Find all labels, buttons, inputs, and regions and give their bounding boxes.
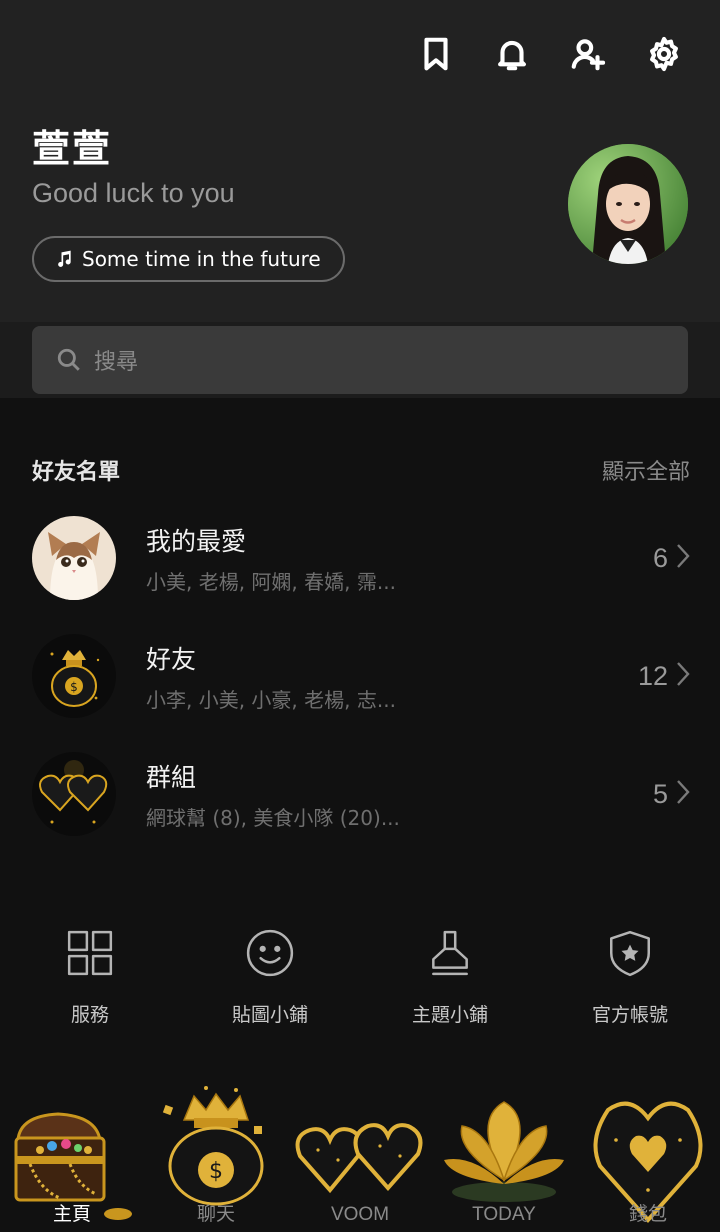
search-placeholder: 搜尋 [94,350,139,375]
quick-link-label: 主題小鋪 [411,1004,488,1026]
quick-link-services[interactable]: 服務 [20,928,160,1027]
quick-link-theme-shop[interactable]: 主題小鋪 [380,928,520,1027]
nav-label: 主頁 [52,1204,91,1225]
list-item-groups[interactable]: 群組 網球幫 (8), 美食小隊 (20)... 5 [32,751,690,837]
profile-music-label: Some time in the future [82,247,321,271]
list-item-title: 我的最愛 [146,526,247,556]
svg-text:$: $ [209,1159,223,1184]
gear-icon[interactable] [644,34,684,74]
bookmark-icon[interactable] [416,34,456,74]
section-title: 好友名單 [32,460,121,485]
nav-tab-today[interactable]: TODAY [432,1080,576,1232]
header-icons [416,34,684,74]
chevron-right-icon [676,661,690,691]
show-all-link[interactable]: 顯示全部 [602,454,690,486]
list-item-title: 群組 [146,762,197,792]
nav-tab-home[interactable]: 主頁 [0,1080,144,1232]
svg-text:$: $ [70,680,78,694]
grid-icon [67,930,113,976]
quick-link-sticker-shop[interactable]: 貼圖小鋪 [200,928,340,1027]
add-friend-icon[interactable] [568,34,608,74]
nav-label: 錢包 [628,1204,667,1225]
list-item-members: 網球幫 (8), 美食小隊 (20)... [146,805,400,830]
money-bag-avatar: $ [32,634,116,718]
nav-label: 聊天 [196,1204,235,1225]
brush-icon [432,930,468,976]
chevron-right-icon [676,779,690,809]
list-item-title: 好友 [146,644,197,674]
list-item-members: 小美, 老楊, 阿嫻, 春嬌, 霈... [146,569,396,594]
hearts-avatar [32,752,116,836]
friends-section-header: 好友名單 顯示全部 [32,454,690,486]
profile-name[interactable]: 萱萱 [32,118,112,173]
quick-link-label: 服務 [70,1004,109,1026]
quick-link-label: 貼圖小鋪 [231,1004,308,1026]
quick-link-official-accounts[interactable]: 官方帳號 [560,928,700,1027]
nav-label: VOOM [330,1204,390,1225]
shield-star-icon [610,930,650,977]
list-item-count: 5 [652,778,668,809]
list-item-count: 12 [637,660,668,691]
nav-tab-chats[interactable]: $ 聊天 [144,1080,288,1232]
bell-icon[interactable] [492,34,532,74]
chevron-right-icon [676,543,690,573]
search-input[interactable]: 搜尋 [32,326,688,394]
list-item-favorites[interactable]: 我的最愛 小美, 老楊, 阿嫻, 春嬌, 霈... 6 [32,515,690,601]
quick-link-label: 官方帳號 [591,1004,668,1026]
nav-tab-wallet[interactable]: 錢包 [576,1080,720,1232]
list-item-count: 6 [652,542,668,573]
nav-label: TODAY [472,1204,536,1225]
search-icon [57,348,80,371]
cat-avatar [32,516,116,600]
profile-avatar[interactable] [568,144,688,264]
list-item-friends[interactable]: $ 好友 小李, 小美, 小豪, 老楊, 志... 12 [32,633,690,719]
profile-status-message[interactable]: Good luck to you [32,178,235,209]
bottom-nav: 主頁 $ 聊天 VOOM TODAY 錢包 [0,1080,720,1232]
smiley-icon [246,929,294,977]
music-note-icon [58,250,71,267]
nav-tab-voom[interactable]: VOOM [288,1080,432,1232]
list-item-members: 小李, 小美, 小豪, 老楊, 志... [146,687,396,712]
profile-music-button[interactable]: Some time in the future [32,236,345,282]
